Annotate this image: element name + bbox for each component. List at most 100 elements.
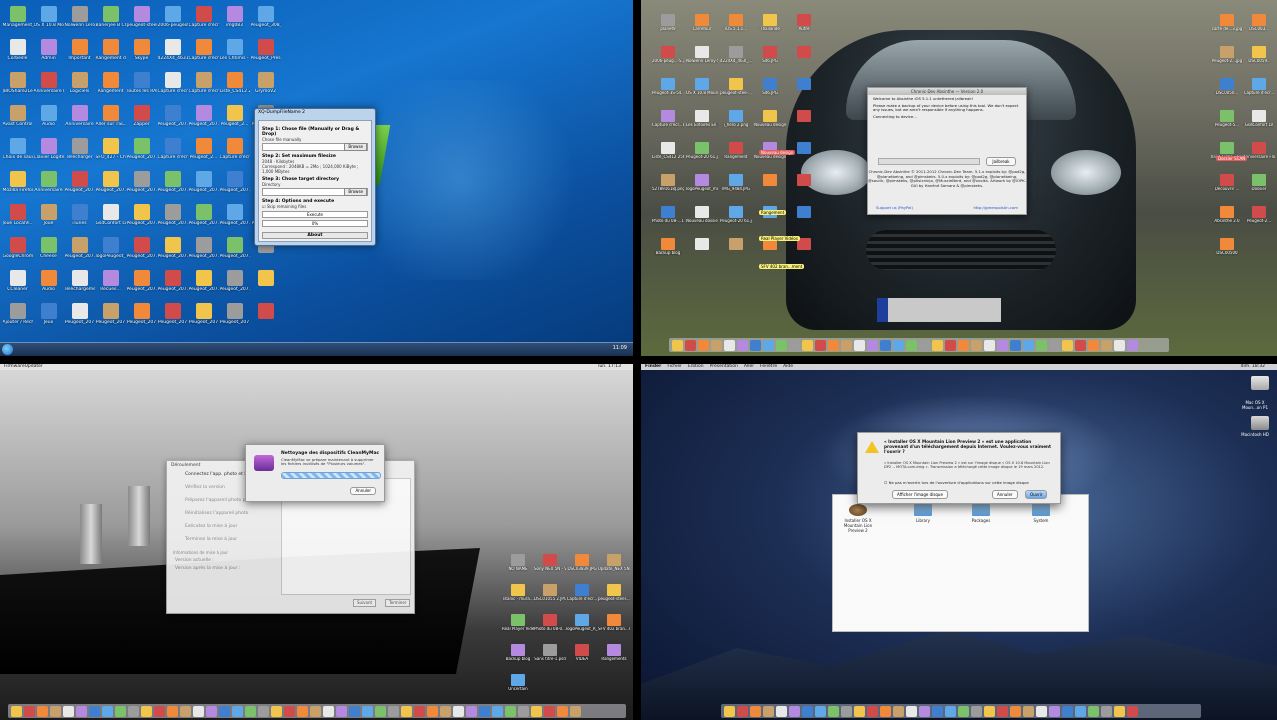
desktop-icon[interactable]: 2006-peug...-S.jpg — [651, 46, 685, 78]
dock-app-icon[interactable] — [1036, 705, 1047, 717]
desktop-icon[interactable]: Nolwenn Leroy-Suivre — [685, 46, 719, 78]
desktop-icon[interactable]: 4224X4_4631... — [157, 39, 188, 72]
about-button[interactable]: About — [262, 232, 368, 239]
desktop-icon[interactable]: Capture d'écran 2012-04-23 à... — [188, 6, 219, 39]
dock-app-icon[interactable] — [453, 705, 464, 717]
dock-app-icon[interactable] — [945, 339, 956, 351]
desktop-icon[interactable]: JBIOShare2Lel — [2, 72, 33, 105]
desktop-icon[interactable]: Nouveau design — [753, 110, 787, 142]
dock-app-icon[interactable] — [919, 339, 930, 351]
desktop-icon[interactable]: iOS 5.1.1... — [719, 14, 753, 46]
desktop-icon[interactable]: GrymoV2 — [250, 72, 281, 105]
desktop-icon[interactable]: Capture d'écran 2012-04-23 à... — [157, 138, 188, 171]
dock-app-icon[interactable] — [867, 339, 878, 351]
desktop-icon[interactable]: Capture d'écran 2012-04-23 à... — [157, 72, 188, 105]
desktop-icon[interactable]: Peugeot_207... — [95, 171, 126, 204]
desktop-icon[interactable]: IMG_9484.JPG — [719, 174, 753, 206]
desktop-icon[interactable]: S46.JPG — [753, 46, 787, 78]
dock-app-icon[interactable] — [815, 339, 826, 351]
dock-app-icon[interactable] — [479, 705, 490, 717]
desktop-icon[interactable]: Joue LocalVi... — [2, 204, 33, 237]
dock-app-icon[interactable] — [867, 705, 878, 717]
dock-app-icon[interactable] — [1023, 705, 1034, 717]
desktop-icon[interactable]: DSC00500 — [1211, 238, 1243, 270]
desktop-icon[interactable]: logoPeugeot_mot...0.jpg — [685, 174, 719, 206]
desktop-icon[interactable]: Anniversaire — [33, 171, 64, 204]
show-disk-button[interactable]: Afficher l'image disque — [892, 490, 948, 499]
desktop-icon[interactable]: Capture d'écran 2012-04-23 à... — [188, 72, 219, 105]
dock-app-icon[interactable] — [50, 705, 61, 717]
desktop-icon[interactable]: Capture d'écr...8.11 — [651, 110, 685, 142]
dock-app-icon[interactable] — [997, 339, 1008, 351]
dock-app-icon[interactable] — [1088, 705, 1099, 717]
desktop-icon[interactable]: Peugeot_207 — [64, 303, 95, 336]
dock-app-icon[interactable] — [427, 705, 438, 717]
desktop-icon[interactable]: DSC003... — [1243, 14, 1275, 46]
dock-app-icon[interactable] — [180, 705, 191, 717]
dock-app-icon[interactable] — [440, 705, 451, 717]
dock-app-icon[interactable] — [63, 705, 74, 717]
dock-app-icon[interactable] — [323, 705, 334, 717]
desktop-icon[interactable]: Backup blog — [502, 644, 534, 674]
dock-app-icon[interactable] — [1023, 339, 1034, 351]
finder-item-library[interactable]: Library — [903, 504, 943, 523]
desktop-icon[interactable]: Rangements — [598, 644, 630, 674]
dock-app-icon[interactable] — [841, 705, 852, 717]
browse2-button[interactable]: Browse — [344, 188, 367, 196]
dock-app-icon[interactable] — [258, 705, 269, 717]
desktop-icon[interactable]: Peugeot_207 — [188, 303, 219, 336]
dock-app-icon[interactable] — [763, 339, 774, 351]
menu-item[interactable]: Aide — [783, 364, 793, 369]
menu-item[interactable]: Présentation — [710, 364, 738, 369]
desktop-icon[interactable]: Télécharger — [64, 138, 95, 171]
desktop-icon[interactable]: Carrefour — [685, 14, 719, 46]
dock-app-icon[interactable] — [1075, 705, 1086, 717]
dont-warn-checkbox[interactable]: Ne pas m'avertir lors de l'ouverture d'a… — [889, 480, 1029, 485]
disk-image-icon[interactable] — [1251, 376, 1269, 390]
desktop-icon[interactable]: Peugeot-2...jpg — [1211, 46, 1243, 78]
menu-item[interactable]: Édition — [688, 364, 704, 369]
dock-app-icon[interactable] — [544, 705, 555, 717]
dock-app-icon[interactable] — [1036, 339, 1047, 351]
dock-app-icon[interactable] — [906, 339, 917, 351]
dock-app-icon[interactable] — [492, 705, 503, 717]
desktop-icon[interactable]: Rangement — [95, 72, 126, 105]
desktop-icon[interactable]: Aller sur TSL... — [95, 105, 126, 138]
desktop-icon[interactable]: Rangement — [719, 142, 753, 174]
finish-button[interactable]: Terminer — [385, 599, 411, 607]
dock-app-icon[interactable] — [1101, 705, 1112, 717]
desktop-icon[interactable]: Liste_CS412 2501_1377 — [219, 72, 250, 105]
desktop-icon[interactable]: DSC03839.JPG — [566, 554, 598, 584]
dock-app-icon[interactable] — [154, 705, 165, 717]
desktop-icon[interactable]: Anniversaire Florian — [33, 72, 64, 105]
desktop-icon[interactable]: Peugeot_308_022 — [250, 6, 281, 39]
desktop-icon[interactable]: Peugeot_207... — [157, 204, 188, 237]
desktop-icon[interactable]: Anniversaire — [64, 105, 95, 138]
file-input[interactable]: Browse — [262, 143, 368, 151]
desktop-icon[interactable]: OS X 10.8 Mountain Li... — [685, 78, 719, 110]
dock-app-icon[interactable] — [815, 705, 826, 717]
dock-app-icon[interactable] — [362, 705, 373, 717]
desktop-icon[interactable]: Toutes les RAB — [126, 72, 157, 105]
desktop-icon[interactable]: Nolwenn Leroy - Suivre une étoile — [64, 6, 95, 39]
dock-app-icon[interactable] — [737, 339, 748, 351]
dock-app-icon[interactable] — [349, 705, 360, 717]
dock-app-icon[interactable] — [789, 705, 800, 717]
desktop-icon[interactable]: Banerjee B CO — [95, 6, 126, 39]
desktop-icon[interactable]: DSC0050... — [1211, 78, 1243, 110]
dock-app-icon[interactable] — [763, 705, 774, 717]
desktop-icon[interactable]: carte de...3.jpg — [1211, 14, 1243, 46]
desktop-icon[interactable]: Zapper — [126, 105, 157, 138]
desktop-icon[interactable]: SFO_427 - Chaplin — [95, 138, 126, 171]
dock-app-icon[interactable] — [789, 339, 800, 351]
desktop-icon[interactable]: Important — [64, 39, 95, 72]
dock-app-icon[interactable] — [958, 339, 969, 351]
desktop-icon[interactable]: Rangement de fichiers microso... — [95, 39, 126, 72]
dock-app-icon[interactable] — [1062, 705, 1073, 717]
dock-app-icon[interactable] — [206, 705, 217, 717]
desktop-icon[interactable]: Peugeot-2... — [1243, 206, 1275, 238]
dock-app-icon[interactable] — [375, 705, 386, 717]
desktop-icon[interactable]: Peugeot_207... — [126, 138, 157, 171]
desktop-icon[interactable]: Peugeot_207... — [64, 237, 95, 270]
dock-app-icon[interactable] — [401, 705, 412, 717]
